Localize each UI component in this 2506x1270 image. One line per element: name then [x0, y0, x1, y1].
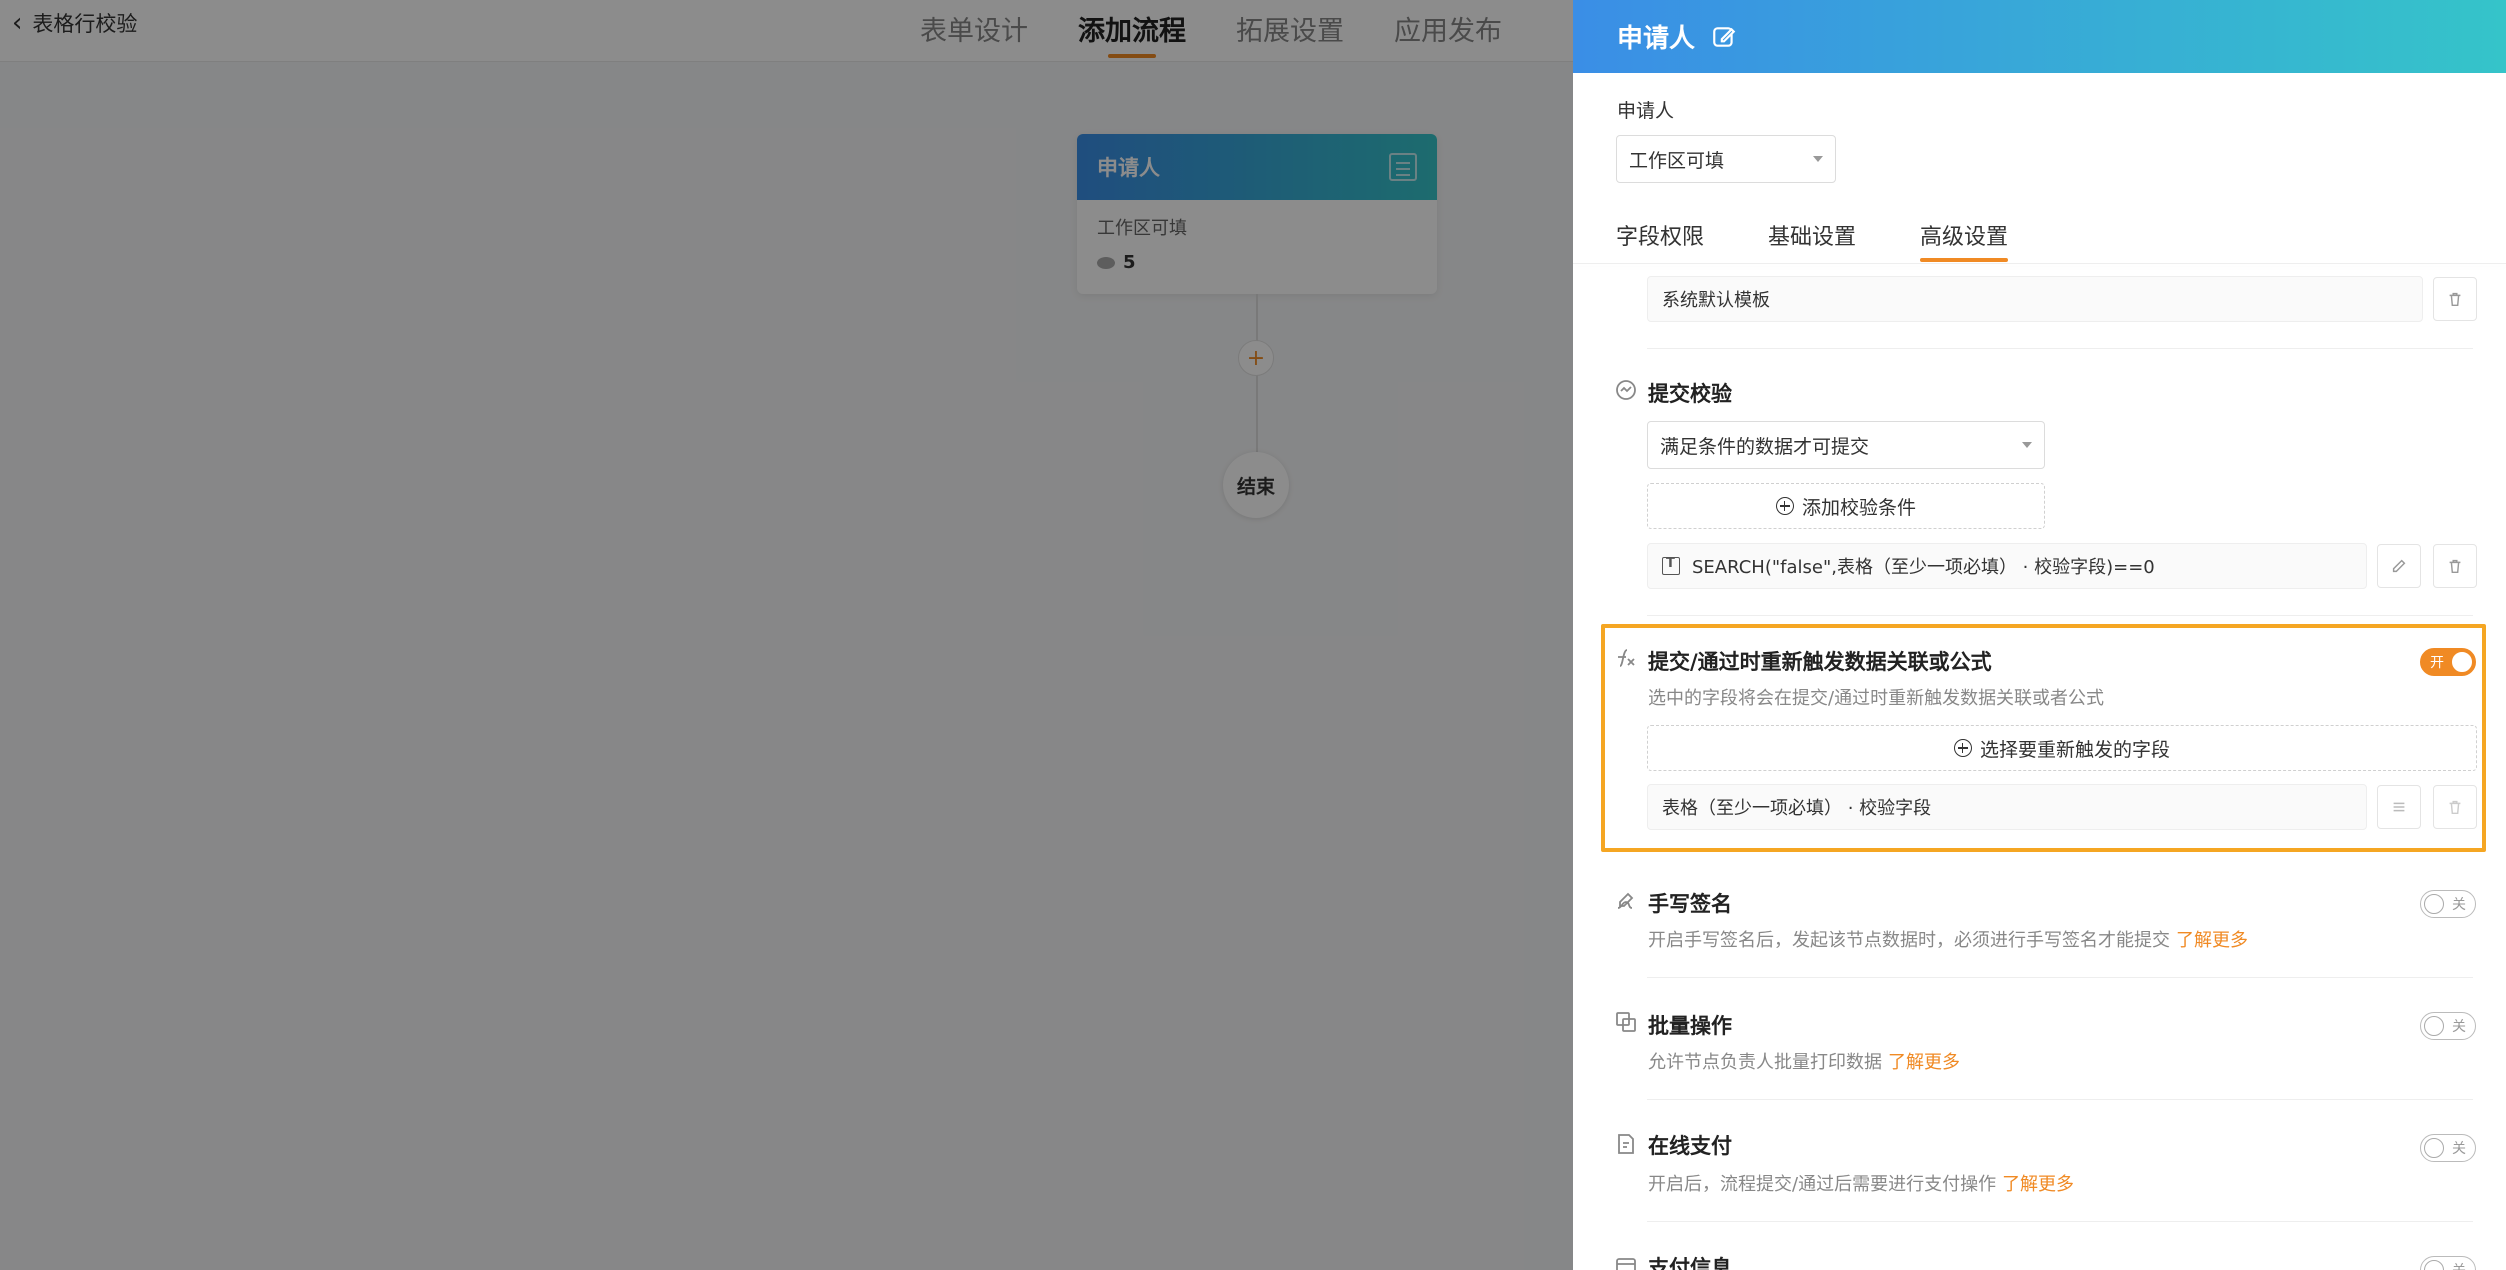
payment-desc-row: 开启后，流程提交/通过后需要进行支付操作 了解更多 — [1648, 1170, 2074, 1196]
section-divider — [1647, 348, 2473, 349]
tabs-divider — [1573, 263, 2506, 264]
retrigger-field: 表格（至少一项必填） · 校验字段 — [1647, 784, 2367, 830]
batch-learn-more-link[interactable]: 了解更多 — [1888, 1052, 1960, 1073]
section-divider — [1647, 1221, 2473, 1222]
trash-icon — [2449, 800, 2461, 815]
retrigger-desc: 选中的字段将会在提交/通过时重新触发数据关联或者公式 — [1648, 688, 2105, 709]
signature-toggle-label: 关 — [2452, 897, 2466, 913]
tab-basic-settings[interactable]: 基础设置 — [1768, 212, 1856, 258]
toggle-knob — [2424, 1016, 2444, 1036]
toggle-knob — [2424, 894, 2444, 914]
pencil-icon — [2392, 559, 2406, 573]
template-row: 系统默认模板 — [1647, 276, 2477, 322]
validation-select-value: 满足条件的数据才可提交 — [1660, 435, 1870, 458]
condition-row: SEARCH("false",表格（至少一项必填） · 校验字段)==0 — [1647, 543, 2477, 589]
delete-template-button[interactable] — [2433, 277, 2477, 321]
payment-desc: 开启后，流程提交/通过后需要进行支付操作 — [1648, 1174, 1997, 1195]
trash-icon — [2449, 559, 2461, 574]
card-icon — [1616, 1258, 1636, 1270]
add-condition-label: 添加校验条件 — [1801, 496, 1916, 519]
retrigger-toggle-label: 开 — [2430, 655, 2444, 671]
signature-title: 手写签名 — [1648, 892, 1732, 916]
payment-toggle-label: 关 — [2452, 1141, 2466, 1157]
delete-retrigger-field-button[interactable] — [2433, 785, 2477, 829]
plus-circle-icon — [1953, 739, 1972, 757]
select-retrigger-fields-button[interactable]: 选择要重新触发的字段 — [1647, 725, 2477, 771]
toggle-knob — [2424, 1138, 2444, 1158]
payinfo-toggle-label: 关 — [2452, 1260, 2466, 1270]
batch-desc: 允许节点负责人批量打印数据 — [1648, 1052, 1882, 1073]
payment-toggle[interactable]: 关 — [2420, 1134, 2476, 1162]
validation-title: 提交校验 — [1648, 382, 1732, 406]
section-divider — [1647, 977, 2473, 978]
menu-icon — [2393, 802, 2405, 812]
tab-field-permissions[interactable]: 字段权限 — [1616, 212, 1704, 258]
tab-advanced-settings[interactable]: 高级设置 — [1920, 212, 2009, 262]
shield-check-icon — [1616, 380, 1636, 400]
select-retrigger-fields-label: 选择要重新触发的字段 — [1979, 738, 2170, 761]
payinfo-toggle[interactable]: 关 — [2420, 1256, 2476, 1270]
edit-condition-button[interactable] — [2377, 544, 2421, 588]
batch-icon — [1616, 1012, 1636, 1032]
trash-icon — [2449, 292, 2461, 307]
scope-select[interactable]: 工作区可填 — [1616, 135, 1836, 183]
edit-icon[interactable] — [1711, 24, 1737, 50]
signature-learn-more-link[interactable]: 了解更多 — [2176, 930, 2248, 951]
caret-down-icon — [1813, 156, 1823, 162]
node-settings-drawer: 申请人 申请人 工作区可填 字段权限 基础设置 高级设置 系统默认模板 提交校验… — [1573, 0, 2506, 1270]
applicant-label: 申请人 — [1617, 100, 1675, 122]
drag-handle[interactable] — [2377, 785, 2421, 829]
condition-field[interactable]: SEARCH("false",表格（至少一项必填） · 校验字段)==0 — [1647, 543, 2367, 589]
validation-select[interactable]: 满足条件的数据才可提交 — [1647, 421, 2045, 469]
retrigger-title: 提交/通过时重新触发数据关联或公式 — [1648, 650, 1992, 674]
signature-icon — [1617, 892, 1634, 909]
settings-tabs: 字段权限 基础设置 高级设置 — [1616, 212, 2009, 262]
condition-formula: SEARCH("false",表格（至少一项必填） · 校验字段)==0 — [1692, 557, 2155, 578]
retrigger-field-row: 表格（至少一项必填） · 校验字段 — [1647, 784, 2477, 830]
signature-desc-row: 开启手写签名后，发起该节点数据时，必须进行手写签名才能提交 了解更多 — [1648, 926, 2248, 952]
signature-toggle[interactable]: 关 — [2420, 890, 2476, 918]
drawer-header: 申请人 — [1573, 0, 2506, 73]
toggle-knob — [2424, 1260, 2444, 1270]
advanced-settings-content: 系统默认模板 提交校验 满足条件的数据才可提交 添加校验条件 SEARCH("f… — [1573, 270, 2506, 1270]
payinfo-title: 支付信息 — [1648, 1256, 1732, 1270]
batch-title: 批量操作 — [1648, 1014, 1732, 1038]
template-field[interactable]: 系统默认模板 — [1647, 276, 2423, 322]
scope-select-value: 工作区可填 — [1629, 149, 1725, 172]
add-condition-button[interactable]: 添加校验条件 — [1647, 483, 2045, 529]
modal-overlay[interactable] — [0, 0, 1573, 1270]
batch-toggle[interactable]: 关 — [2420, 1012, 2476, 1040]
delete-condition-button[interactable] — [2433, 544, 2477, 588]
signature-desc: 开启手写签名后，发起该节点数据时，必须进行手写签名才能提交 — [1648, 930, 2170, 951]
section-divider — [1647, 615, 2473, 616]
batch-toggle-label: 关 — [2452, 1019, 2466, 1035]
plus-circle-icon — [1775, 497, 1794, 515]
function-icon — [1618, 649, 1635, 667]
section-divider — [1647, 1099, 2473, 1100]
toggle-knob — [2452, 652, 2472, 672]
payment-title: 在线支付 — [1648, 1134, 1732, 1158]
retrigger-toggle[interactable]: 开 — [2420, 648, 2476, 676]
batch-desc-row: 允许节点负责人批量打印数据 了解更多 — [1648, 1048, 1960, 1074]
formula-icon — [1662, 556, 1680, 575]
caret-down-icon — [2022, 442, 2032, 448]
payment-learn-more-link[interactable]: 了解更多 — [2002, 1174, 2074, 1195]
payment-icon — [1618, 1134, 1634, 1154]
drawer-title: 申请人 — [1617, 24, 1696, 54]
